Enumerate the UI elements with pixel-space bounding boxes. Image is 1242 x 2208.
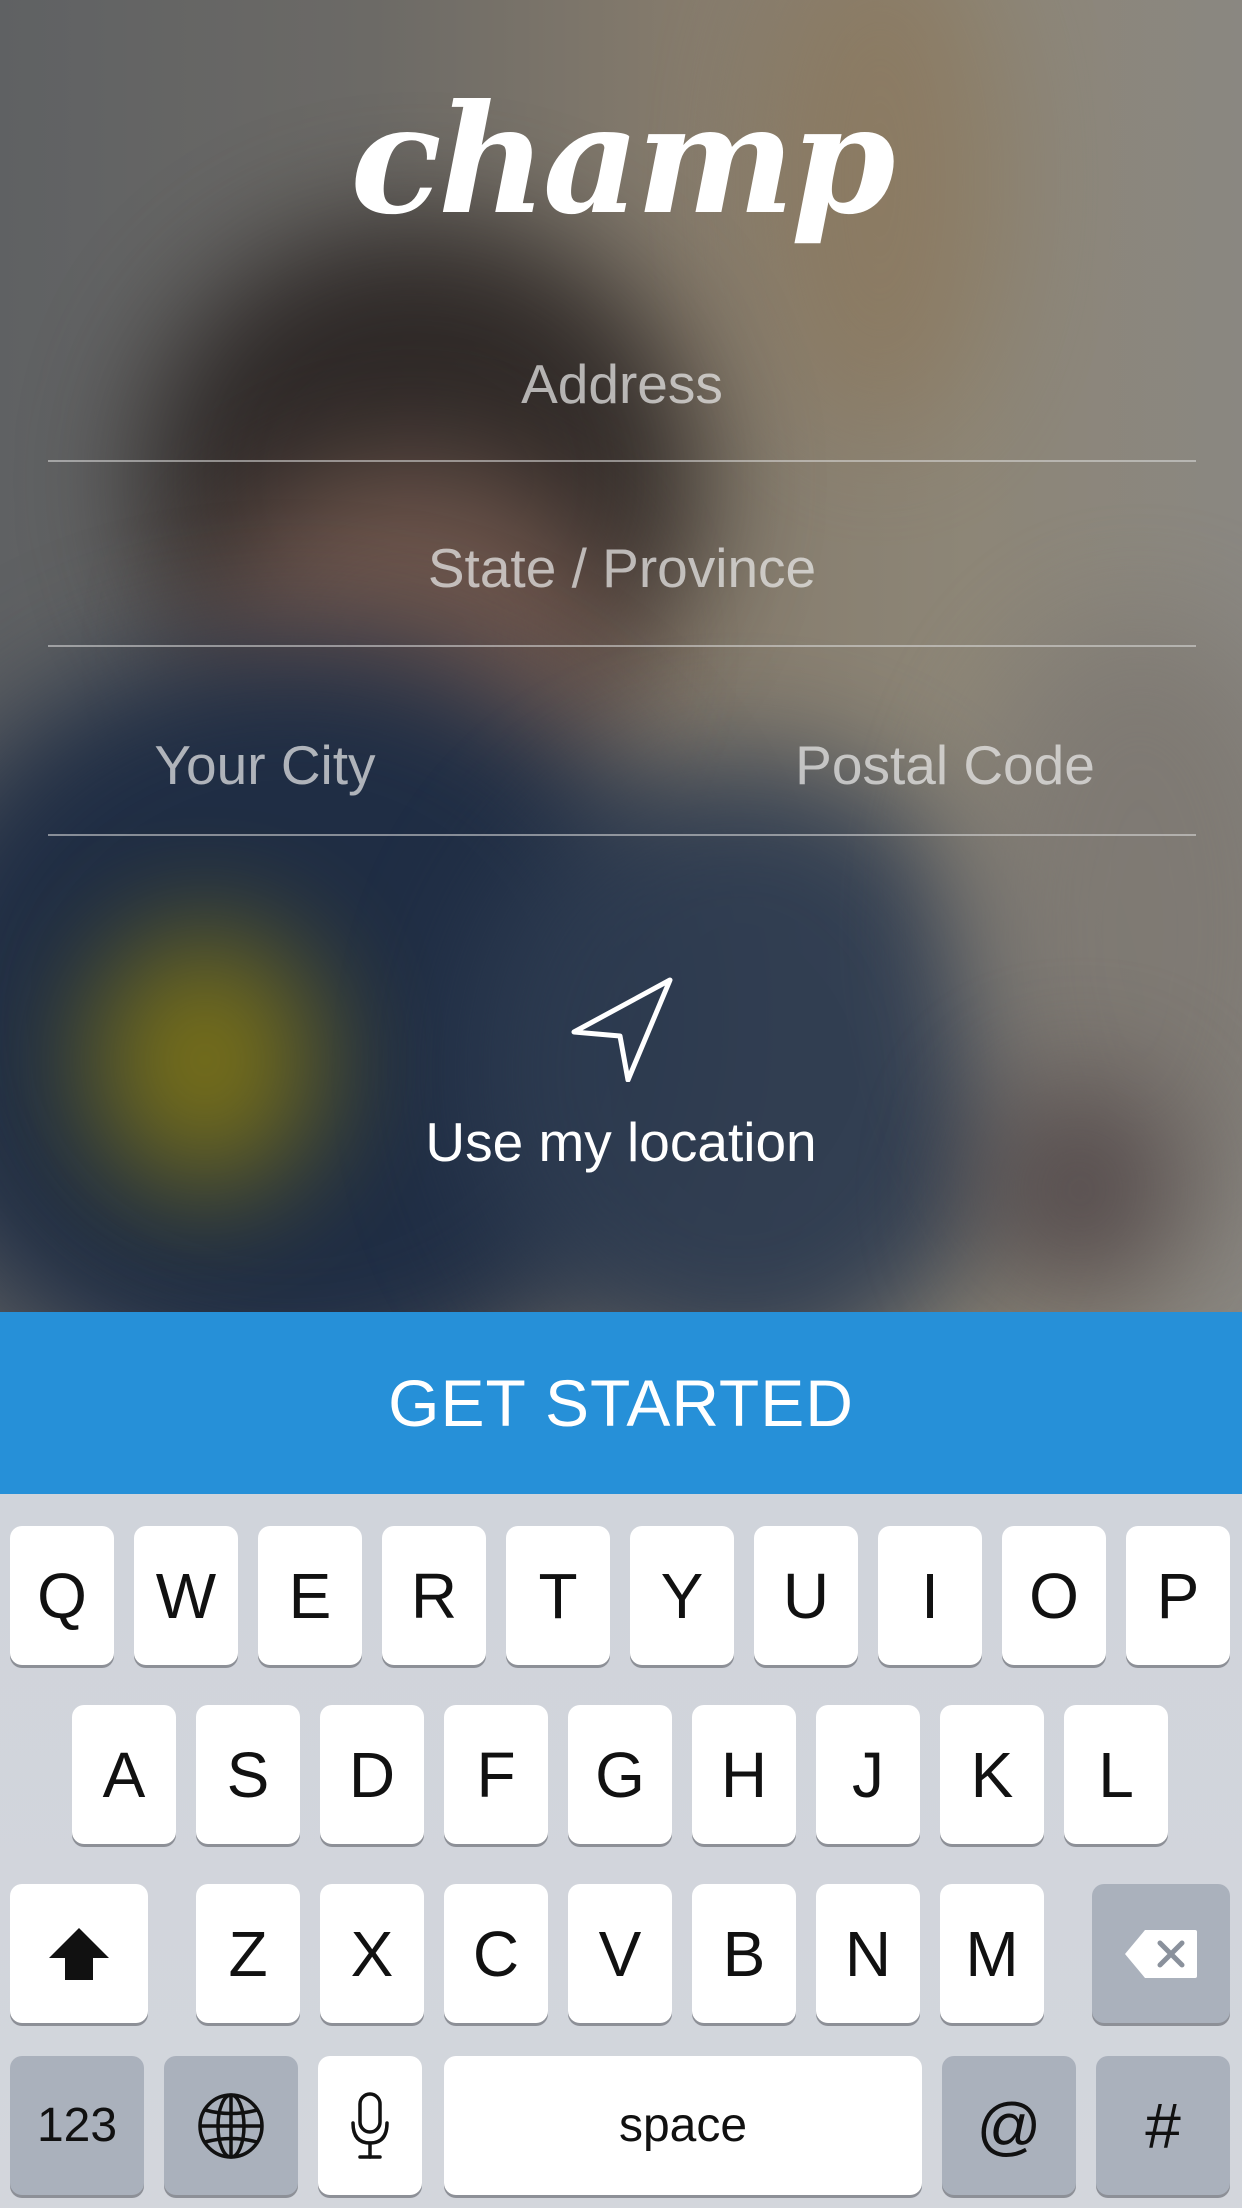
key-label: A — [102, 1738, 146, 1811]
key-f[interactable]: F — [444, 1705, 548, 1844]
key-z[interactable]: Z — [196, 1884, 300, 2023]
key-m[interactable]: M — [940, 1884, 1044, 2023]
key-label: D — [348, 1738, 396, 1811]
hash-key[interactable]: # — [1096, 2056, 1230, 2195]
city-field[interactable]: Your City — [100, 733, 430, 797]
key-w[interactable]: W — [134, 1526, 238, 1665]
globe-key[interactable] — [164, 2056, 298, 2195]
state-divider — [48, 645, 1196, 647]
city-postal-divider — [48, 834, 1196, 836]
key-label: M — [965, 1917, 1019, 1990]
key-label: K — [970, 1738, 1014, 1811]
key-label: C — [472, 1917, 520, 1990]
postal-code-field[interactable]: Postal Code — [760, 733, 1130, 797]
key-j[interactable]: J — [816, 1705, 920, 1844]
numbers-key[interactable]: 123 — [10, 2056, 144, 2195]
key-n[interactable]: N — [816, 1884, 920, 2023]
use-location-label: Use my location — [425, 1111, 817, 1173]
key-label: Q — [37, 1559, 87, 1632]
key-v[interactable]: V — [568, 1884, 672, 2023]
navigation-arrow-icon — [571, 977, 673, 1082]
key-label: E — [288, 1559, 332, 1632]
app-logo: champ — [350, 72, 895, 248]
key-label: Y — [660, 1559, 704, 1632]
address-divider — [48, 460, 1196, 462]
key-label: R — [410, 1559, 458, 1632]
key-i[interactable]: I — [878, 1526, 982, 1665]
address-field[interactable]: Address — [48, 352, 1196, 416]
key-s[interactable]: S — [196, 1705, 300, 1844]
key-label: N — [844, 1917, 892, 1990]
delete-icon — [1125, 1929, 1197, 1978]
key-label: 123 — [36, 2099, 118, 2152]
key-p[interactable]: P — [1126, 1526, 1230, 1665]
key-r[interactable]: R — [382, 1526, 486, 1665]
key-label: O — [1029, 1559, 1079, 1632]
at-key[interactable]: @ — [942, 2056, 1076, 2195]
microphone-key[interactable] — [318, 2056, 422, 2195]
globe-icon — [198, 2092, 264, 2159]
key-label: J — [852, 1738, 884, 1811]
key-label: W — [155, 1559, 217, 1632]
state-province-field[interactable]: State / Province — [48, 536, 1196, 600]
key-label: B — [722, 1917, 766, 1990]
key-label: P — [1156, 1559, 1200, 1632]
key-t[interactable]: T — [506, 1526, 610, 1665]
key-label: @ — [976, 2089, 1042, 2162]
key-label: G — [595, 1738, 645, 1811]
key-label: V — [598, 1917, 642, 1990]
key-label: H — [720, 1738, 768, 1811]
key-b[interactable]: B — [692, 1884, 796, 2023]
key-e[interactable]: E — [258, 1526, 362, 1665]
shift-key[interactable] — [10, 1884, 148, 2023]
key-label: I — [921, 1559, 939, 1632]
key-label: X — [350, 1917, 394, 1990]
key-k[interactable]: K — [940, 1705, 1044, 1844]
key-u[interactable]: U — [754, 1526, 858, 1665]
key-o[interactable]: O — [1002, 1526, 1106, 1665]
key-g[interactable]: G — [568, 1705, 672, 1844]
key-label: # — [1145, 2089, 1181, 2162]
key-q[interactable]: Q — [10, 1526, 114, 1665]
shift-icon — [49, 1927, 109, 1980]
space-key[interactable]: space — [444, 2056, 922, 2195]
key-y[interactable]: Y — [630, 1526, 734, 1665]
key-label: S — [226, 1738, 270, 1811]
keyboard: Q W E R T Y U I O P A S D F G H J K L Z … — [0, 1494, 1242, 2208]
get-started-button[interactable]: GET STARTED — [0, 1312, 1242, 1494]
delete-key[interactable] — [1092, 1884, 1230, 2023]
key-x[interactable]: X — [320, 1884, 424, 2023]
key-label: F — [476, 1738, 516, 1811]
key-label: L — [1098, 1738, 1134, 1811]
key-label: T — [538, 1559, 578, 1632]
get-started-label: GET STARTED — [388, 1366, 854, 1440]
microphone-icon — [351, 2091, 389, 2159]
key-l[interactable]: L — [1064, 1705, 1168, 1844]
key-h[interactable]: H — [692, 1705, 796, 1844]
key-label: Z — [228, 1917, 268, 1990]
key-label: space — [618, 2099, 748, 2152]
key-d[interactable]: D — [320, 1705, 424, 1844]
key-c[interactable]: C — [444, 1884, 548, 2023]
key-a[interactable]: A — [72, 1705, 176, 1844]
key-label: U — [782, 1559, 830, 1632]
